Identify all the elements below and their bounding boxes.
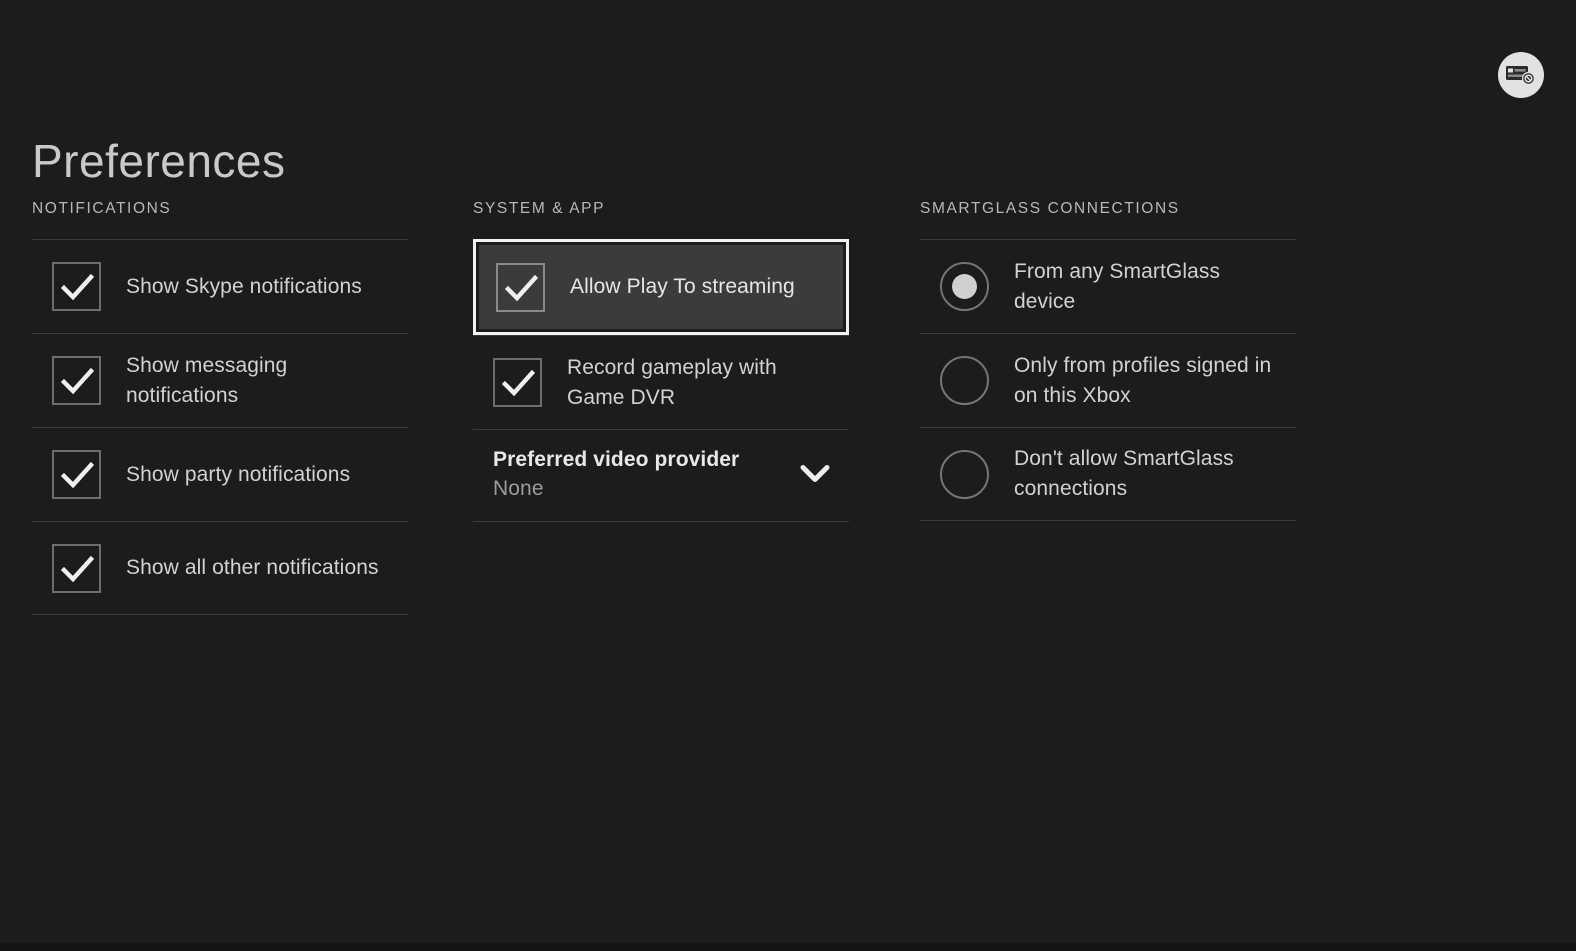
checkmark-icon [61,273,95,301]
setting-row-show-all-other-notifications[interactable]: Show all other notifications [32,521,408,615]
setting-label: Show all other notifications [126,556,379,580]
checkmark-icon [502,369,536,397]
checkbox-show-skype-notifications[interactable] [52,262,101,311]
setting-label: Record gameplay with Game DVR [567,355,777,409]
chevron-down-icon[interactable] [799,463,831,488]
checkmark-icon [61,367,95,395]
settings-columns: NOTIFICATIONS Show Skype notifications S… [0,200,1576,700]
checkmark-icon [61,461,95,489]
checkbox-show-party-notifications[interactable] [52,450,101,499]
column-header-smartglass-connections: SMARTGLASS CONNECTIONS [920,200,1180,217]
column-system-app: SYSTEM & APP Allow Play To streaming Rec… [473,200,849,522]
setting-label: Show party notifications [126,462,351,486]
setting-row-dont-allow-smartglass-connections[interactable]: Don't allow SmartGlass connections [920,427,1296,521]
status-icon-button[interactable] [1498,52,1544,98]
setting-row-from-any-smartglass-device[interactable]: From any SmartGlass device [920,239,1296,333]
column-notifications: NOTIFICATIONS Show Skype notifications S… [32,200,408,615]
focused-setting-allow-play-to-streaming[interactable]: Allow Play To streaming [473,239,849,335]
column-header-notifications: NOTIFICATIONS [32,200,172,217]
setting-row-only-from-profiles-signed-in[interactable]: Only from profiles signed in on this Xbo… [920,333,1296,427]
radio-only-from-profiles-signed-in[interactable] [940,356,989,405]
dropdown-label: Preferred video provider [493,448,740,471]
setting-label: Show Skype notifications [126,274,362,298]
setting-row-allow-play-to-streaming[interactable]: Allow Play To streaming [479,245,843,329]
setting-row-show-party-notifications[interactable]: Show party notifications [32,427,408,521]
setting-row-show-messaging-notifications[interactable]: Show messaging notifications [32,333,408,427]
radio-dont-allow-smartglass-connections[interactable] [940,449,989,499]
card-blocked-icon [1506,66,1536,86]
checkbox-show-messaging-notifications[interactable] [52,356,101,405]
bottom-edge-strip [0,943,1576,951]
column-smartglass-connections: SMARTGLASS CONNECTIONS From any SmartGla… [920,200,1296,521]
setting-row-record-gameplay-with-game-dvr[interactable]: Record gameplay with Game DVR [473,335,849,429]
checkbox-allow-play-to-streaming[interactable] [496,262,545,312]
checkmark-icon [61,555,95,582]
setting-label: Don't allow SmartGlass connections [1014,447,1234,500]
setting-row-show-skype-notifications[interactable]: Show Skype notifications [32,239,408,333]
page-title: Preferences [32,135,286,187]
setting-label: From any SmartGlass device [1014,259,1221,313]
setting-label: Allow Play To streaming [570,275,795,299]
column-header-system-app: SYSTEM & APP [473,200,606,217]
setting-label: Show messaging notifications [126,353,288,407]
checkmark-icon [505,274,539,301]
setting-label: Only from profiles signed in on this Xbo… [1014,353,1272,407]
dropdown-selected-value: None [493,477,544,500]
checkbox-show-all-other-notifications[interactable] [52,543,101,593]
checkbox-record-gameplay-with-game-dvr[interactable] [493,358,542,407]
radio-from-any-smartglass-device[interactable] [940,262,989,311]
setting-row-preferred-video-provider[interactable]: Preferred video provider None [473,429,849,522]
